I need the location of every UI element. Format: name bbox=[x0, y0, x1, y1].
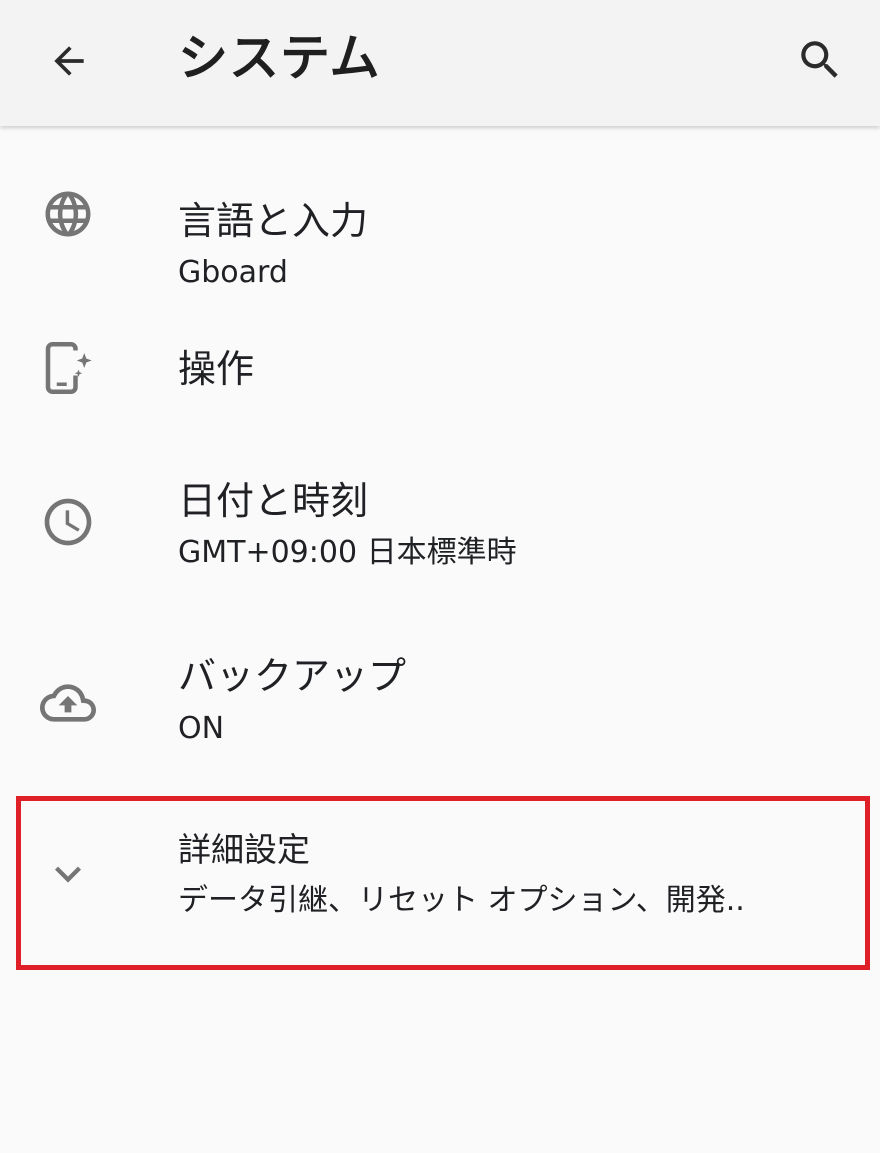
settings-item-title: 詳細設定 bbox=[178, 830, 310, 869]
arrow-back-icon bbox=[54, 46, 84, 76]
settings-item-title: 言語と入力 bbox=[178, 199, 369, 243]
search-button[interactable] bbox=[786, 26, 854, 94]
settings-item-backup[interactable]: バックアップ ON bbox=[0, 611, 880, 781]
clock-icon bbox=[38, 492, 98, 552]
search-icon bbox=[801, 41, 838, 78]
settings-item-title: バックアップ bbox=[178, 654, 407, 698]
settings-item-date-time[interactable]: 日付と時刻 GMT+09:00 日本標準時 bbox=[0, 446, 880, 611]
settings-item-languages[interactable]: 言語と入力 Gboard bbox=[0, 156, 880, 306]
settings-item-summary: Gboard bbox=[178, 255, 288, 290]
settings-item-summary: GMT+09:00 日本標準時 bbox=[178, 535, 517, 570]
page-title: システム bbox=[178, 29, 381, 87]
phone-sparkle-icon bbox=[38, 338, 98, 398]
back-button[interactable] bbox=[36, 28, 102, 94]
settings-item-gestures[interactable]: 操作 bbox=[0, 306, 880, 446]
app-bar: システム bbox=[0, 0, 880, 126]
settings-item-title: 日付と時刻 bbox=[178, 479, 369, 523]
settings-item-advanced[interactable]: 詳細設定 データ引継、リセット オプション、開発.. bbox=[0, 802, 880, 960]
settings-item-summary: データ引継、リセット オプション、開発.. bbox=[178, 883, 745, 918]
settings-item-summary: ON bbox=[178, 711, 225, 746]
globe-icon bbox=[38, 184, 98, 244]
settings-item-title: 操作 bbox=[178, 347, 255, 391]
chevron-down-icon bbox=[38, 844, 98, 904]
cloud-upload-icon bbox=[38, 673, 98, 733]
